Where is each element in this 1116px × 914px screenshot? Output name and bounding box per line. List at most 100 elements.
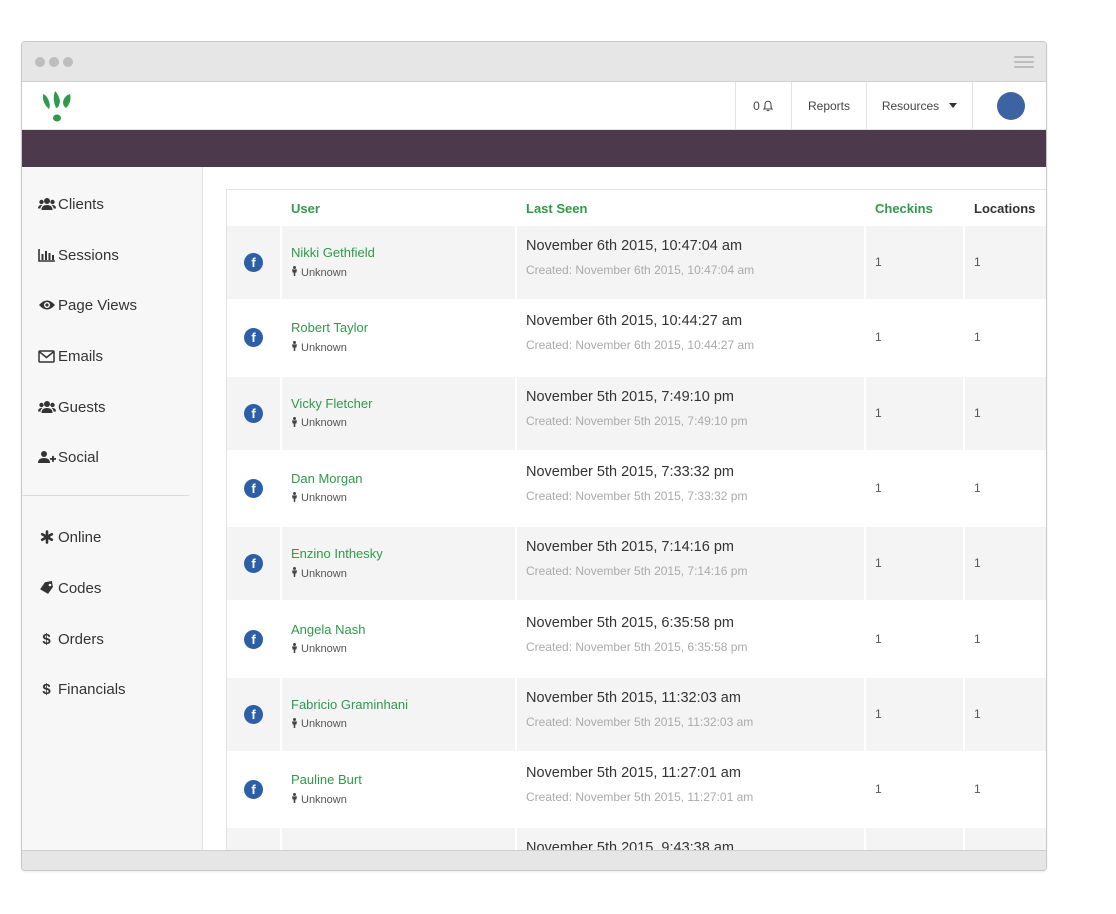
sidebar-item-online[interactable]: Online <box>37 526 101 548</box>
table-row[interactable]: f Pauline Burt Unknown November 5th 2015, 1… <box>227 753 1046 826</box>
last-seen-cell: November 5th 2015, 11:27:01 am Created: N… <box>517 753 864 826</box>
last-seen-cell: November 6th 2015, 10:47:04 am Created: N… <box>517 226 864 299</box>
sidebar-item-sessions[interactable]: Sessions <box>37 244 119 266</box>
resources-dropdown[interactable]: Resources <box>866 82 972 129</box>
user-name-link[interactable]: Robert Taylor <box>291 320 368 335</box>
social-cell: f <box>227 301 280 374</box>
social-cell <box>227 828 280 851</box>
table-row[interactable]: f Robert Taylor Unknown November 6th 2015, … <box>227 301 1046 374</box>
window-titlebar <box>22 42 1046 82</box>
user-menu[interactable] <box>972 82 1046 129</box>
envelope-icon <box>37 349 56 363</box>
last-seen-time: November 6th 2015, 10:44:27 am <box>526 313 743 330</box>
gender-text: Unknown <box>301 341 347 354</box>
notifications-button[interactable]: 0 <box>735 82 791 129</box>
table-row[interactable]: f Fabricio Graminhani Unknown November 5th … <box>227 677 1046 751</box>
checkins-value: 1 <box>875 631 882 646</box>
checkins-cell: 1 <box>866 753 963 826</box>
locations-value: 1 <box>974 706 981 721</box>
locations-cell: 1 <box>965 527 1046 601</box>
gender-text: Unknown <box>301 718 347 731</box>
column-header-locations[interactable]: Locations <box>974 201 1035 216</box>
checkins-value: 1 <box>875 782 882 797</box>
facebook-icon: f <box>244 253 263 272</box>
bell-icon <box>762 100 774 111</box>
sidebar: Clients Sessions Page Views Emails Guest… <box>22 167 203 851</box>
browser-window: 0 Reports Resources Clients Sessions Pag… <box>21 41 1047 871</box>
locations-cell: 1 <box>965 376 1046 450</box>
last-seen-cell: November 5th 2015, 11:32:03 am Created: N… <box>517 677 864 751</box>
sidebar-item-social[interactable]: Social <box>37 446 99 468</box>
locations-cell <box>965 828 1046 851</box>
checkins-value: 1 <box>875 480 882 495</box>
table-row[interactable]: f Enzino Inthesky Unknown November 5th 2015… <box>227 527 1046 601</box>
checkins-cell <box>866 828 963 851</box>
sidebar-item-emails[interactable]: Emails <box>37 345 103 367</box>
last-seen-time: November 5th 2015, 11:27:01 am <box>526 765 741 782</box>
user-name-link[interactable]: Fabricio Graminhani <box>291 697 408 712</box>
checkins-cell: 1 <box>866 452 963 525</box>
locations-value: 1 <box>974 255 981 269</box>
column-header-user[interactable]: User <box>291 201 320 216</box>
locations-value: 1 <box>974 480 981 495</box>
user-cell: Nikki Gethfield Unknown <box>282 226 515 299</box>
column-header-checkins[interactable]: Checkins <box>875 201 933 216</box>
window-dot-icon <box>35 57 45 67</box>
top-navbar: 0 Reports Resources <box>22 82 1046 130</box>
person-icon <box>291 491 301 505</box>
created-time: Created: November 5th 2015, 6:35:58 pm <box>526 639 748 654</box>
user-name-link[interactable]: Pauline Burt <box>291 772 362 787</box>
table-header: User Last Seen Checkins Locations <box>227 190 1046 226</box>
locations-value: 1 <box>974 782 981 797</box>
table-row[interactable]: f Vicky Fletcher Unknown November 5th 2015,… <box>227 376 1046 450</box>
hamburger-menu-icon[interactable] <box>1014 56 1034 68</box>
sidebar-item-financials[interactable]: $ Financials <box>37 678 125 700</box>
user-name-link[interactable]: Nikki Gethfield <box>291 245 375 260</box>
gender-label: Unknown <box>291 491 347 505</box>
header-banner <box>22 130 1046 167</box>
last-seen-time: November 5th 2015, 7:33:32 pm <box>526 463 734 480</box>
locations-value: 1 <box>974 631 981 646</box>
last-seen-time: November 6th 2015, 10:47:04 am <box>526 238 743 254</box>
last-seen-time: November 5th 2015, 6:35:58 pm <box>526 614 734 631</box>
sidebar-item-codes[interactable]: Codes <box>37 577 101 599</box>
sidebar-item-clients[interactable]: Clients <box>37 193 104 215</box>
logo-icon[interactable] <box>40 90 76 124</box>
reports-link[interactable]: Reports <box>791 82 866 129</box>
gender-text: Unknown <box>301 266 347 279</box>
created-time: Created: November 5th 2015, 7:33:32 pm <box>526 488 748 503</box>
tag-icon <box>37 581 56 595</box>
table-row[interactable]: f Angela Nash Unknown November 5th 2015, 6:… <box>227 603 1046 676</box>
gender-label: Unknown <box>291 717 347 731</box>
social-cell: f <box>227 603 280 676</box>
sidebar-item-orders[interactable]: $ Orders <box>37 628 104 650</box>
user-name-link[interactable]: Angela Nash <box>291 622 365 637</box>
last-seen-cell: November 5th 2015, 7:49:10 pm Created: No… <box>517 376 864 450</box>
user-name-link[interactable]: Dan Morgan <box>291 471 363 486</box>
avatar[interactable] <box>996 91 1025 120</box>
facebook-icon: f <box>244 478 263 498</box>
user-name-link[interactable]: Vicky Fletcher <box>291 396 372 411</box>
table-row[interactable]: f Dan Morgan Unknown November 5th 2015, 7:3… <box>227 452 1046 525</box>
created-time: Created: November 6th 2015, 10:47:04 am <box>526 263 755 277</box>
gender-text: Unknown <box>301 492 347 505</box>
checkins-value: 1 <box>875 556 882 571</box>
facebook-icon: f <box>244 554 263 574</box>
sidebar-item-label: Sessions <box>58 246 119 264</box>
facebook-icon: f <box>244 704 263 724</box>
main-content: User Last Seen Checkins Locations f Nikki… <box>204 167 1046 851</box>
column-header-last-seen[interactable]: Last Seen <box>526 201 587 216</box>
person-icon <box>291 416 301 430</box>
resources-label: Resources <box>881 98 940 113</box>
gender-label: Unknown <box>291 642 347 656</box>
table-row[interactable]: f Nikki Gethfield Unknown November 6th 2015… <box>227 226 1046 299</box>
checkins-cell: 1 <box>866 376 963 450</box>
last-seen-time: November 5th 2015, 11:32:03 am <box>526 689 741 706</box>
table-row[interactable]: November 5th 2015, 9:43:38 am <box>227 828 1046 851</box>
user-cell: Enzino Inthesky Unknown <box>282 527 515 601</box>
sidebar-item-guests[interactable]: Guests <box>37 396 106 418</box>
sidebar-item-page-views[interactable]: Page Views <box>37 294 137 316</box>
social-cell: f <box>227 677 280 751</box>
gender-text: Unknown <box>301 417 347 430</box>
user-name-link[interactable]: Enzino Inthesky <box>291 546 383 561</box>
